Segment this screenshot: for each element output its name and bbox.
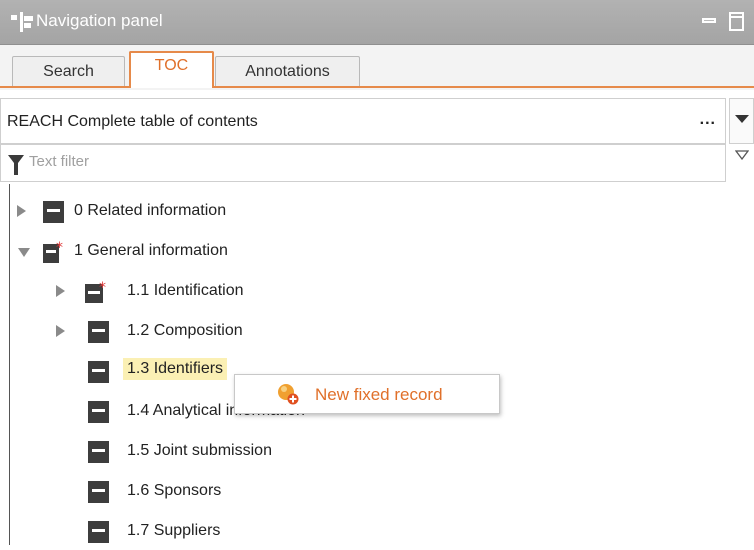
text-filter-field[interactable]: Text filter bbox=[0, 144, 726, 182]
tab-divider bbox=[0, 86, 754, 88]
panel-title-bar: Navigation panel bbox=[0, 0, 754, 45]
chevron-down-icon bbox=[735, 115, 749, 123]
tab-bar: Search TOC Annotations bbox=[0, 45, 754, 90]
document-icon bbox=[88, 441, 109, 463]
tab-annotations[interactable]: Annotations bbox=[215, 56, 360, 86]
panel-title: Navigation panel bbox=[36, 11, 163, 30]
svg-text:*: * bbox=[56, 241, 63, 256]
minimize-button[interactable] bbox=[702, 18, 716, 23]
context-menu: New fixed record bbox=[234, 374, 500, 414]
expand-arrow-icon[interactable] bbox=[56, 325, 65, 337]
document-icon bbox=[43, 201, 64, 223]
tab-toc[interactable]: TOC bbox=[129, 51, 214, 88]
toc-selector-value: REACH Complete table of contents bbox=[7, 113, 258, 130]
tree-node-identification[interactable]: * 1.1 Identification bbox=[0, 276, 400, 310]
svg-text:*: * bbox=[99, 281, 106, 296]
tree-node-joint-submission[interactable]: 1.5 Joint submission bbox=[0, 436, 400, 470]
tree-node-label: 1.1 Identification bbox=[127, 282, 244, 299]
tree-node-label: 1 General information bbox=[74, 242, 228, 259]
filter-icon bbox=[8, 155, 24, 175]
tree-node-label: 1.7 Suppliers bbox=[127, 522, 221, 539]
document-icon bbox=[88, 521, 109, 543]
document-required-icon: * bbox=[43, 241, 63, 263]
toc-tree: 0 Related information * 1 General inform… bbox=[0, 184, 754, 545]
navigation-icon bbox=[11, 12, 33, 32]
collapse-arrow-icon[interactable] bbox=[18, 248, 30, 257]
tree-node-label: 1.3 Identifiers bbox=[123, 358, 228, 380]
context-menu-item-new-fixed-record[interactable]: New fixed record bbox=[235, 375, 499, 413]
expand-arrow-icon[interactable] bbox=[17, 205, 26, 217]
filter-options-icon[interactable] bbox=[735, 150, 749, 160]
document-required-icon: * bbox=[85, 281, 106, 303]
tree-node-label: 1.5 Joint submission bbox=[127, 442, 272, 459]
toc-dropdown-button[interactable] bbox=[729, 98, 754, 144]
document-icon bbox=[88, 481, 109, 503]
more-options-button[interactable]: ... bbox=[700, 111, 716, 129]
context-menu-item-label: New fixed record bbox=[315, 385, 443, 404]
tree-node-label: 1.2 Composition bbox=[127, 322, 243, 339]
document-icon bbox=[88, 361, 109, 383]
new-record-icon bbox=[278, 384, 299, 405]
tab-search[interactable]: Search bbox=[12, 56, 125, 86]
tree-node-composition[interactable]: 1.2 Composition bbox=[0, 316, 400, 350]
maximize-button[interactable] bbox=[729, 12, 744, 31]
toc-selector[interactable]: REACH Complete table of contents ... bbox=[0, 98, 726, 144]
tree-node-sponsors[interactable]: 1.6 Sponsors bbox=[0, 476, 400, 510]
tree-node-label: 0 Related information bbox=[74, 202, 227, 219]
tree-node-related-information[interactable]: 0 Related information bbox=[0, 196, 400, 230]
text-filter-placeholder: Text filter bbox=[29, 153, 90, 170]
tree-node-general-information[interactable]: * 1 General information bbox=[0, 236, 400, 270]
document-icon bbox=[88, 321, 109, 343]
tree-node-label: 1.6 Sponsors bbox=[127, 482, 222, 499]
expand-arrow-icon[interactable] bbox=[56, 285, 65, 297]
document-icon bbox=[88, 401, 109, 423]
